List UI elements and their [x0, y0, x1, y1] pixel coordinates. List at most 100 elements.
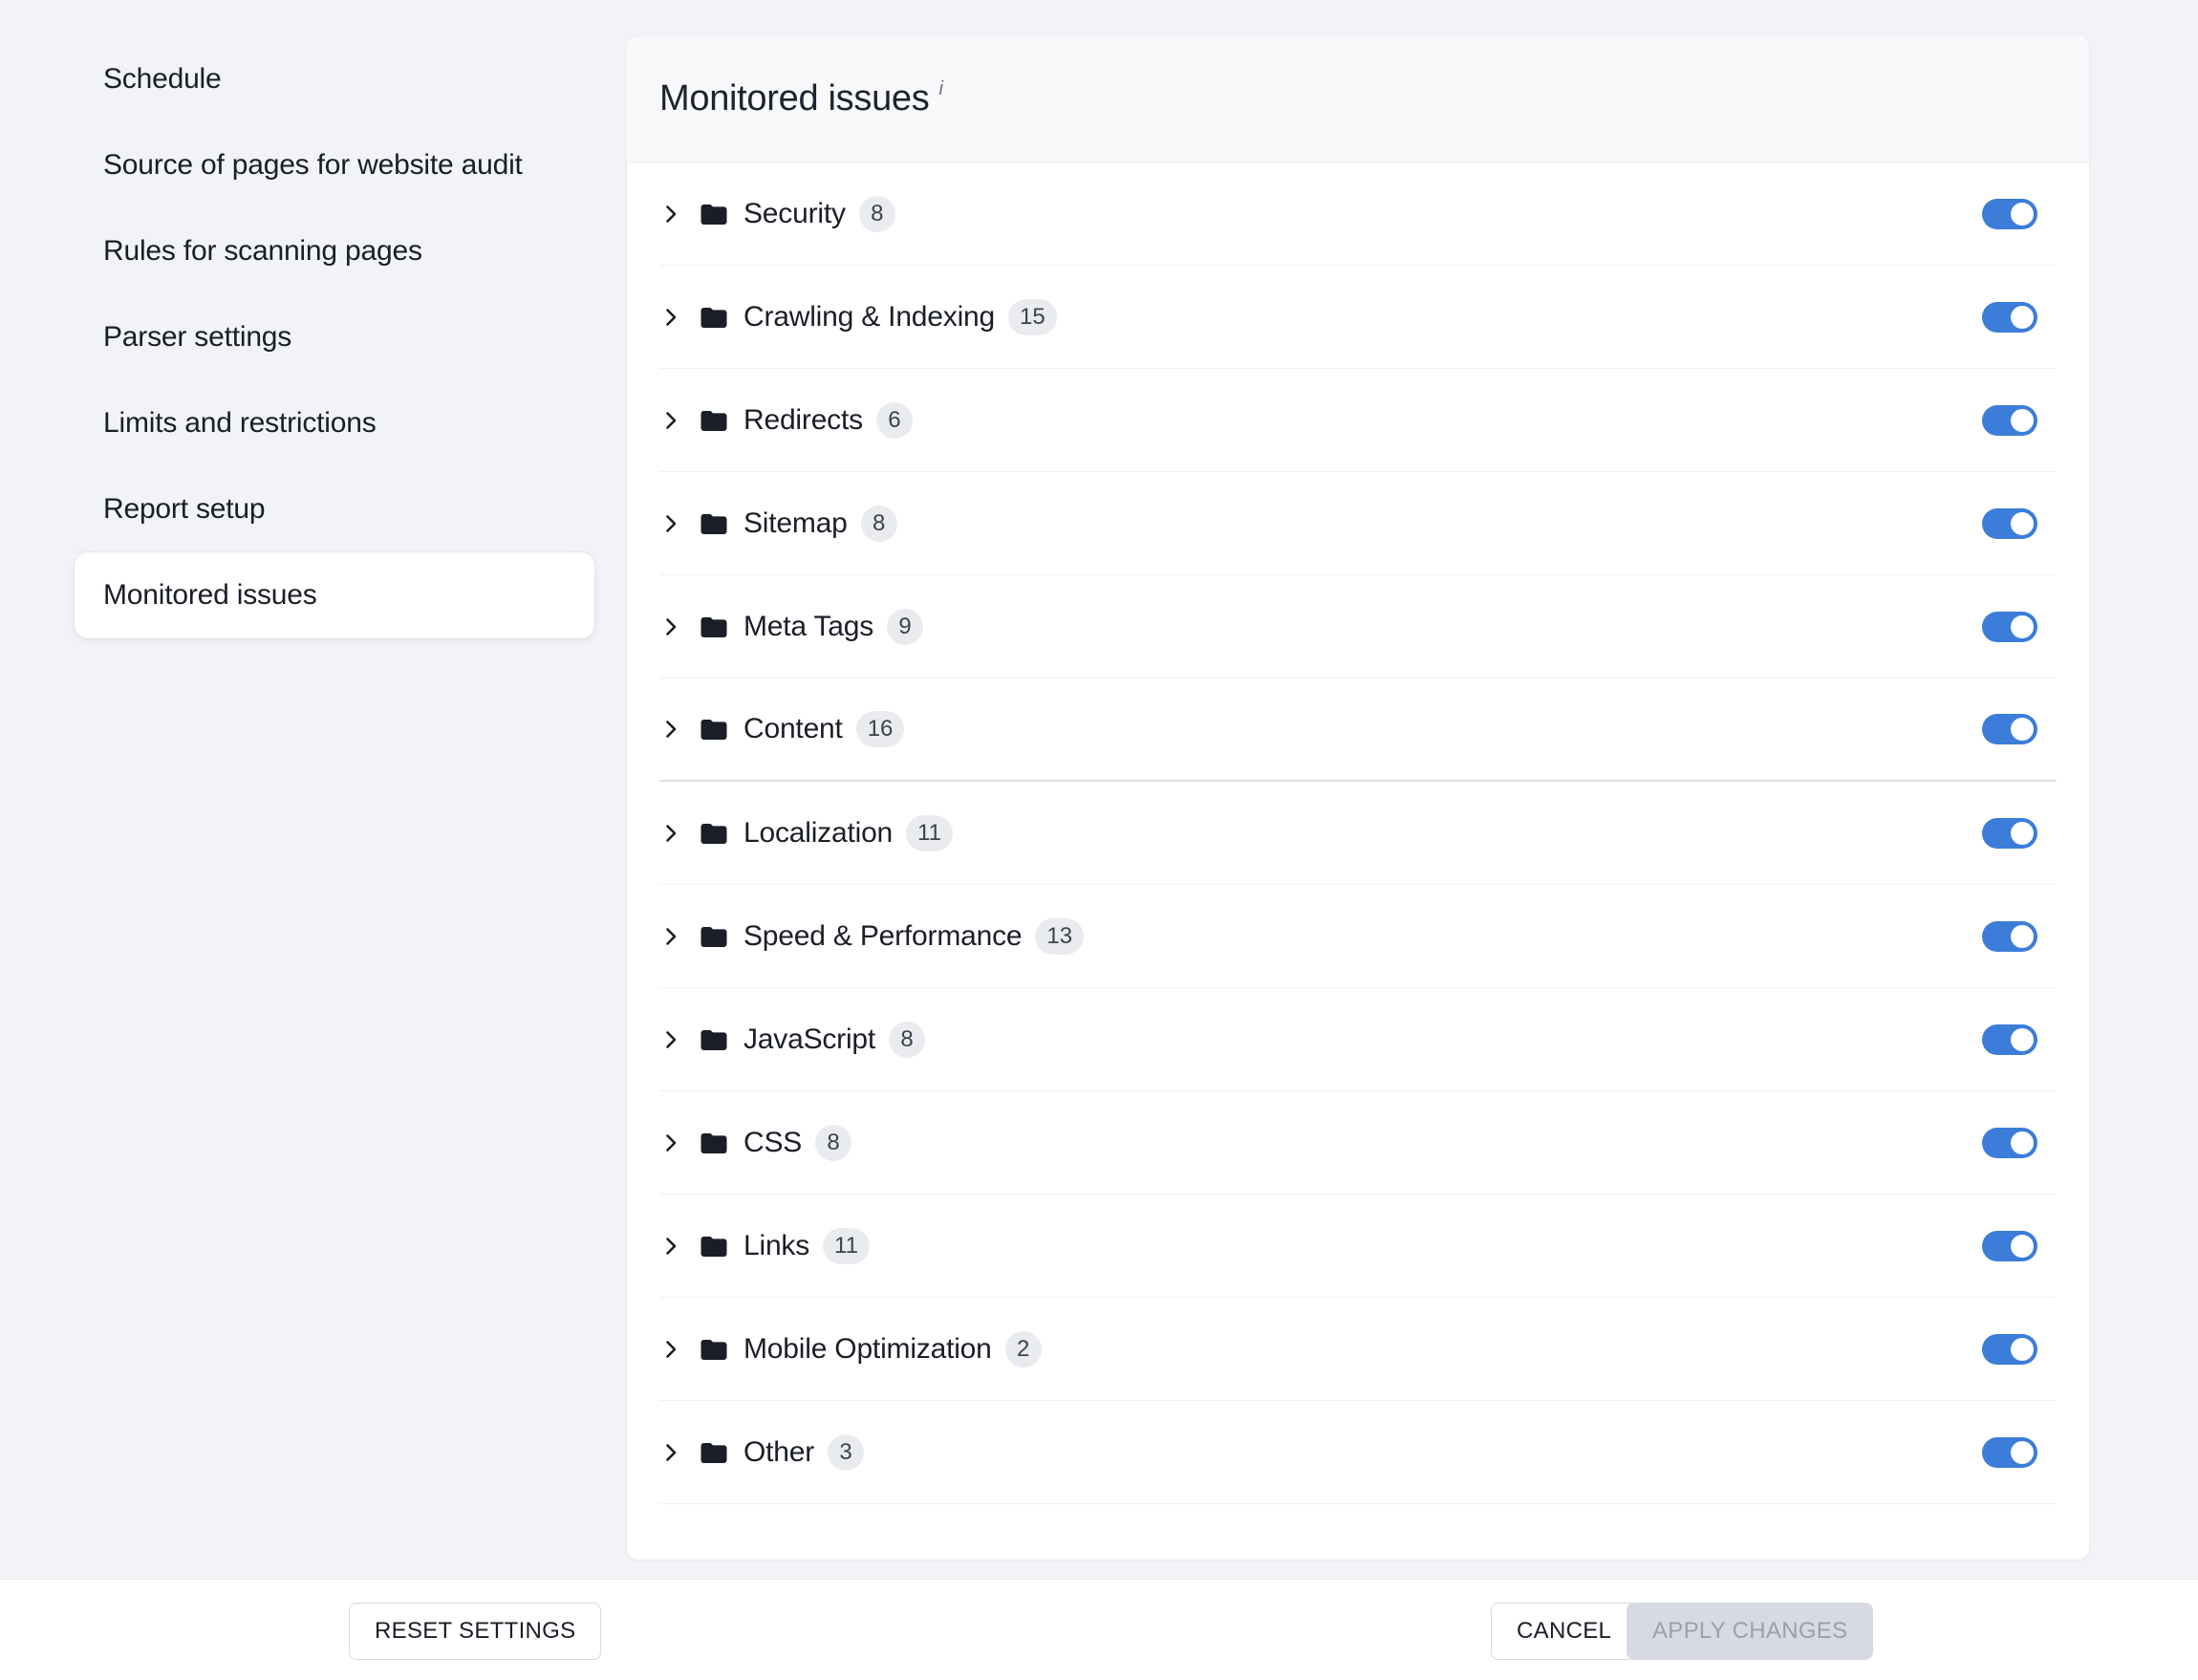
- chevron-right-icon[interactable]: [659, 1028, 682, 1051]
- category-count-badge: 8: [889, 1021, 926, 1058]
- category-count-badge: 2: [1004, 1330, 1042, 1368]
- category-toggle[interactable]: [1982, 198, 2037, 229]
- sidebar-item-label: Parser settings: [103, 321, 292, 353]
- sidebar-item-report-setup[interactable]: Report setup: [75, 466, 594, 552]
- issue-category-row[interactable]: Redirects 6: [659, 369, 2057, 472]
- category-expander[interactable]: Content 16: [659, 711, 905, 747]
- category-count-badge: 16: [855, 711, 905, 747]
- category-expander[interactable]: Redirects 6: [659, 401, 913, 439]
- category-label: Mobile Optimization: [743, 1332, 992, 1365]
- category-count-badge: 15: [1008, 298, 1057, 335]
- settings-sidebar: Schedule Source of pages for website audi…: [0, 0, 627, 1579]
- folder-icon: [700, 307, 727, 328]
- category-expander[interactable]: Security 8: [659, 195, 895, 232]
- chevron-right-icon[interactable]: [659, 718, 682, 741]
- cancel-button[interactable]: CANCEL: [1491, 1603, 1638, 1660]
- category-expander[interactable]: Sitemap 8: [659, 505, 897, 542]
- category-label: Sitemap: [743, 506, 848, 539]
- sidebar-item-label: Source of pages for website audit: [103, 149, 523, 181]
- toggle-knob: [2011, 1337, 2034, 1361]
- issue-category-row[interactable]: Mobile Optimization 2: [659, 1298, 2057, 1401]
- category-toggle[interactable]: [1982, 1023, 2037, 1055]
- category-toggle[interactable]: [1982, 1436, 2037, 1468]
- toggle-knob: [2011, 718, 2034, 741]
- chevron-right-icon[interactable]: [659, 1131, 682, 1154]
- category-expander[interactable]: JavaScript 8: [659, 1021, 926, 1058]
- issue-category-list: Security 8 Crawling & Indexing 15 Redirects 6…: [627, 162, 2089, 1504]
- sidebar-item-monitored-issues[interactable]: Monitored issues: [75, 552, 594, 638]
- issue-category-row[interactable]: Other 3: [659, 1401, 2057, 1504]
- issue-category-row[interactable]: Speed & Performance 13: [659, 885, 2057, 988]
- settings-page: Schedule Source of pages for website audi…: [0, 0, 2198, 1680]
- sidebar-item-rules-for-scanning-pages[interactable]: Rules for scanning pages: [75, 208, 594, 294]
- category-expander[interactable]: Mobile Optimization 2: [659, 1330, 1042, 1368]
- sidebar-item-label: Limits and restrictions: [103, 407, 377, 439]
- sidebar-item-source-of-pages-for-website-audit[interactable]: Source of pages for website audit: [75, 122, 594, 208]
- category-expander[interactable]: Crawling & Indexing 15: [659, 298, 1057, 335]
- issue-category-row[interactable]: Meta Tags 9: [659, 575, 2057, 678]
- category-toggle[interactable]: [1982, 1127, 2037, 1158]
- category-label: Content: [743, 713, 843, 744]
- chevron-right-icon[interactable]: [659, 512, 682, 535]
- category-expander[interactable]: Localization 11: [659, 814, 953, 851]
- category-toggle[interactable]: [1982, 714, 2037, 744]
- issue-category-row[interactable]: Sitemap 8: [659, 472, 2057, 575]
- chevron-right-icon[interactable]: [659, 615, 682, 638]
- category-toggle[interactable]: [1982, 611, 2037, 642]
- chevron-right-icon[interactable]: [659, 1235, 682, 1258]
- category-label: CSS: [743, 1126, 803, 1158]
- toggle-knob: [2011, 202, 2034, 226]
- category-toggle[interactable]: [1982, 1333, 2037, 1365]
- issue-category-row[interactable]: Crawling & Indexing 15: [659, 266, 2057, 369]
- category-toggle[interactable]: [1982, 817, 2037, 849]
- category-expander[interactable]: Meta Tags 9: [659, 608, 924, 645]
- category-expander[interactable]: Speed & Performance 13: [659, 917, 1085, 955]
- chevron-right-icon[interactable]: [659, 925, 682, 948]
- sidebar-item-schedule[interactable]: Schedule: [75, 36, 594, 122]
- category-expander[interactable]: Other 3: [659, 1433, 865, 1471]
- chevron-right-icon[interactable]: [659, 409, 682, 432]
- toggle-knob: [2011, 614, 2034, 638]
- category-label: Other: [743, 1435, 815, 1468]
- reset-settings-button[interactable]: RESET SETTINGS: [349, 1603, 602, 1660]
- chevron-right-icon[interactable]: [659, 822, 682, 845]
- issue-category-row[interactable]: CSS 8: [659, 1091, 2057, 1195]
- chevron-right-icon[interactable]: [659, 1441, 682, 1464]
- info-icon[interactable]: i: [938, 78, 942, 100]
- folder-icon: [700, 204, 727, 225]
- page-title: Monitored issues: [659, 78, 930, 118]
- issue-category-row[interactable]: Security 8: [659, 162, 2057, 266]
- sidebar-item-limits-and-restrictions[interactable]: Limits and restrictions: [75, 380, 594, 466]
- category-count-badge: 6: [875, 401, 913, 439]
- sidebar-item-parser-settings[interactable]: Parser settings: [75, 294, 594, 380]
- category-label: Links: [743, 1229, 810, 1261]
- issue-category-row[interactable]: Localization 11: [659, 782, 2057, 885]
- category-count-badge: 8: [815, 1124, 852, 1161]
- category-count-badge: 13: [1035, 917, 1085, 955]
- chevron-right-icon[interactable]: [659, 306, 682, 329]
- category-toggle[interactable]: [1982, 507, 2037, 539]
- toggle-knob: [2011, 924, 2034, 948]
- issue-category-row[interactable]: Content 16: [659, 678, 2057, 782]
- category-count-badge: 3: [828, 1433, 865, 1471]
- sidebar-item-label: Report setup: [103, 493, 266, 525]
- issue-category-row[interactable]: Links 11: [659, 1195, 2057, 1298]
- category-expander[interactable]: Links 11: [659, 1227, 870, 1264]
- issue-category-row[interactable]: JavaScript 8: [659, 988, 2057, 1091]
- category-label: Redirects: [743, 403, 863, 436]
- category-count-badge: 9: [887, 608, 924, 645]
- category-toggle[interactable]: [1982, 301, 2037, 333]
- category-count-badge: 11: [906, 814, 953, 851]
- chevron-right-icon[interactable]: [659, 203, 682, 226]
- toggle-knob: [2011, 1131, 2034, 1154]
- chevron-right-icon[interactable]: [659, 1338, 682, 1361]
- category-label: Meta Tags: [743, 610, 874, 642]
- category-label: Security: [743, 197, 846, 229]
- category-toggle[interactable]: [1982, 404, 2037, 436]
- category-toggle[interactable]: [1982, 920, 2037, 952]
- category-toggle[interactable]: [1982, 1230, 2037, 1261]
- folder-icon: [700, 1442, 727, 1463]
- category-expander[interactable]: CSS 8: [659, 1124, 852, 1161]
- sidebar-item-label: Schedule: [103, 63, 222, 95]
- toggle-knob: [2011, 821, 2034, 845]
